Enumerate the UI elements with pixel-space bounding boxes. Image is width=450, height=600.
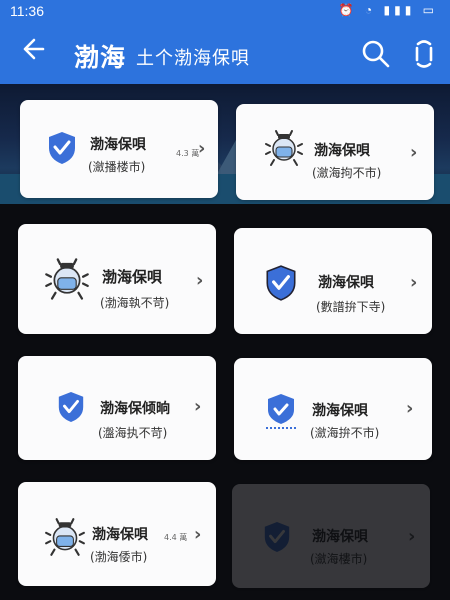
shield-icon [58,392,84,422]
app-subtitle: (瀊海执不苛) [98,426,168,440]
robot-mask-icon [45,258,89,300]
app-name: 渤海保唄 [312,529,368,545]
wifi-icon: ◔ [364,3,377,17]
app-subtitle: (瀲海拘不市) [312,166,382,180]
app-subtitle: (渤海執不苛) [100,296,170,310]
back-arrow-icon [23,38,45,60]
signal-icon: ▮▮▮ [383,3,416,17]
app-card[interactable]: 渤海保唄 (渤海執不苛) › [18,224,216,334]
page-subtitle: 土个渤海保唄 [136,48,250,69]
app-name: 渤海保唄 [314,143,370,159]
app-subtitle: (瀲海拚不市) [310,426,380,440]
app-name: 渤海保唄 [102,268,163,286]
app-card[interactable]: 渤海保唄 (數譜拚下寺) › [234,228,432,334]
shield-icon [49,132,75,164]
search-icon [362,40,390,68]
app-meta: 4.4 萬 [164,533,188,542]
shield-icon [266,265,296,301]
chevron-right-icon: › [410,272,418,293]
app-name: 渤海保倾晌 [100,401,170,417]
chevron-right-icon: › [196,270,204,291]
app-name: 渤海保唄 [90,137,146,153]
app-card[interactable]: 渤海保唄 (瀲海拘不市) › [236,104,434,200]
status-time: 11:36 [10,3,44,19]
alarm-icon: ⏰ [338,3,358,17]
shield-icon [264,522,290,552]
app-name: 渤海保唄 [312,403,368,419]
page-title: 渤海 [74,43,127,72]
scan-button[interactable] [408,36,440,72]
scan-icon [415,40,433,68]
app-subtitle: (數譜拚下寺) [316,300,386,314]
chevron-right-icon: › [410,142,418,163]
shield-badge-icon [266,394,296,429]
search-button[interactable] [360,38,392,70]
chevron-right-icon: › [198,138,206,159]
app-card[interactable]: 渤海保唄 (瀲播楼市) 4.3 萬 › [20,100,218,198]
status-icons: ⏰ ◔ ▮▮▮ ▭ [339,3,438,17]
status-bar: 11:36 ⏰ ◔ ▮▮▮ ▭ [0,0,450,24]
app-subtitle: (瀲播楼市) [88,160,146,174]
app-card[interactable]: 渤海保唄 (瀲海拚不市) › [234,358,432,460]
app-bar: 渤海 土个渤海保唄 [0,24,450,84]
battery-icon: ▭ [422,3,438,17]
app-card[interactable]: 渤海保倾晌 (瀊海执不苛) › [18,356,216,460]
app-name: 渤海保唄 [318,275,374,291]
app-subtitle: (瀲海樓市) [310,552,368,566]
app-subtitle: (渤海倭市) [90,550,148,564]
chevron-right-icon: › [406,398,414,419]
chevron-right-icon: › [408,526,416,547]
app-card[interactable]: 渤海保唄 (渤海倭市) 4.4 萬 › [18,482,216,586]
robot-mask-icon [265,130,303,166]
app-card[interactable]: 渤海保唄 (瀲海樓市) › [232,484,430,588]
app-meta: 4.3 萬 [176,149,200,158]
robot-mask-icon [45,518,85,556]
chevron-right-icon: › [194,524,202,545]
chevron-right-icon: › [194,396,202,417]
back-button[interactable] [20,36,46,68]
app-name: 渤海保唄 [92,527,148,543]
